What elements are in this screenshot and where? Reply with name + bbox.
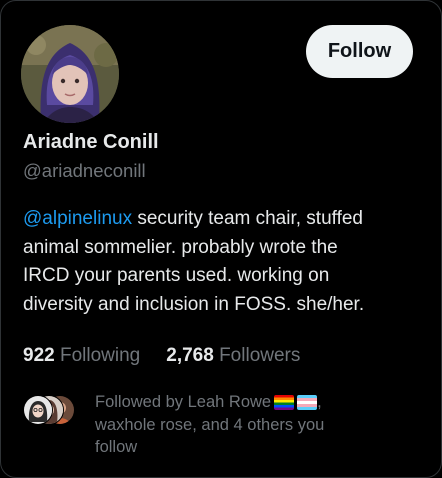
transgender-flag-icon <box>297 395 318 410</box>
followers-stat-link[interactable]: 2,768 Followers <box>166 345 300 367</box>
profile-bio: @alpinelinux security team chair, stuffe… <box>23 205 433 319</box>
following-stat-link[interactable]: 922 Following <box>23 345 140 367</box>
followed-by-line-2: waxhole rose, and 4 others you <box>95 415 325 434</box>
alpinelinux-mention-link[interactable]: @alpinelinux <box>23 208 132 229</box>
avatar-photo <box>21 25 119 123</box>
followers-count: 2,768 <box>166 345 214 366</box>
following-label: Following <box>59 345 141 366</box>
bio-line-1: @alpinelinux security team chair, stuffe… <box>23 205 433 234</box>
followed-by-comma: , <box>317 393 322 411</box>
followed-by-leah-rowe: Followed by Leah Rowe <box>95 393 272 411</box>
follow-button[interactable]: Follow <box>306 25 413 78</box>
followers-label: Followers <box>219 345 301 366</box>
rainbow-flag-icon <box>274 395 295 410</box>
following-count: 922 <box>23 345 55 366</box>
bio-line-2: animal sommelier. probably wrote the <box>23 236 338 258</box>
mutual-avatar-1 <box>23 395 53 425</box>
avatar-photo <box>24 396 52 424</box>
bio-line-4: diversity and inclusion in FOSS. she/her… <box>23 293 365 315</box>
profile-hover-card: Follow Ariadne Conill @ariadneconill @al… <box>0 0 442 478</box>
followed-by-text[interactable]: Followed by Leah Rowe, waxhole rose, and… <box>95 391 415 459</box>
followed-by-line-1: Followed by Leah Rowe, <box>95 391 415 414</box>
display-name[interactable]: Ariadne Conill <box>23 131 159 154</box>
followed-by-line-3: follow <box>95 438 138 456</box>
profile-avatar[interactable] <box>21 25 119 123</box>
user-handle[interactable]: @ariadneconill <box>23 160 146 182</box>
follow-stats: 922 Following 2,768 Followers <box>23 345 300 367</box>
bio-line-3: IRCD your parents used. working on <box>23 265 330 286</box>
mutual-followers-avatars[interactable] <box>23 395 79 425</box>
bio-line-1-text: security team chair, stuffed <box>132 208 364 229</box>
